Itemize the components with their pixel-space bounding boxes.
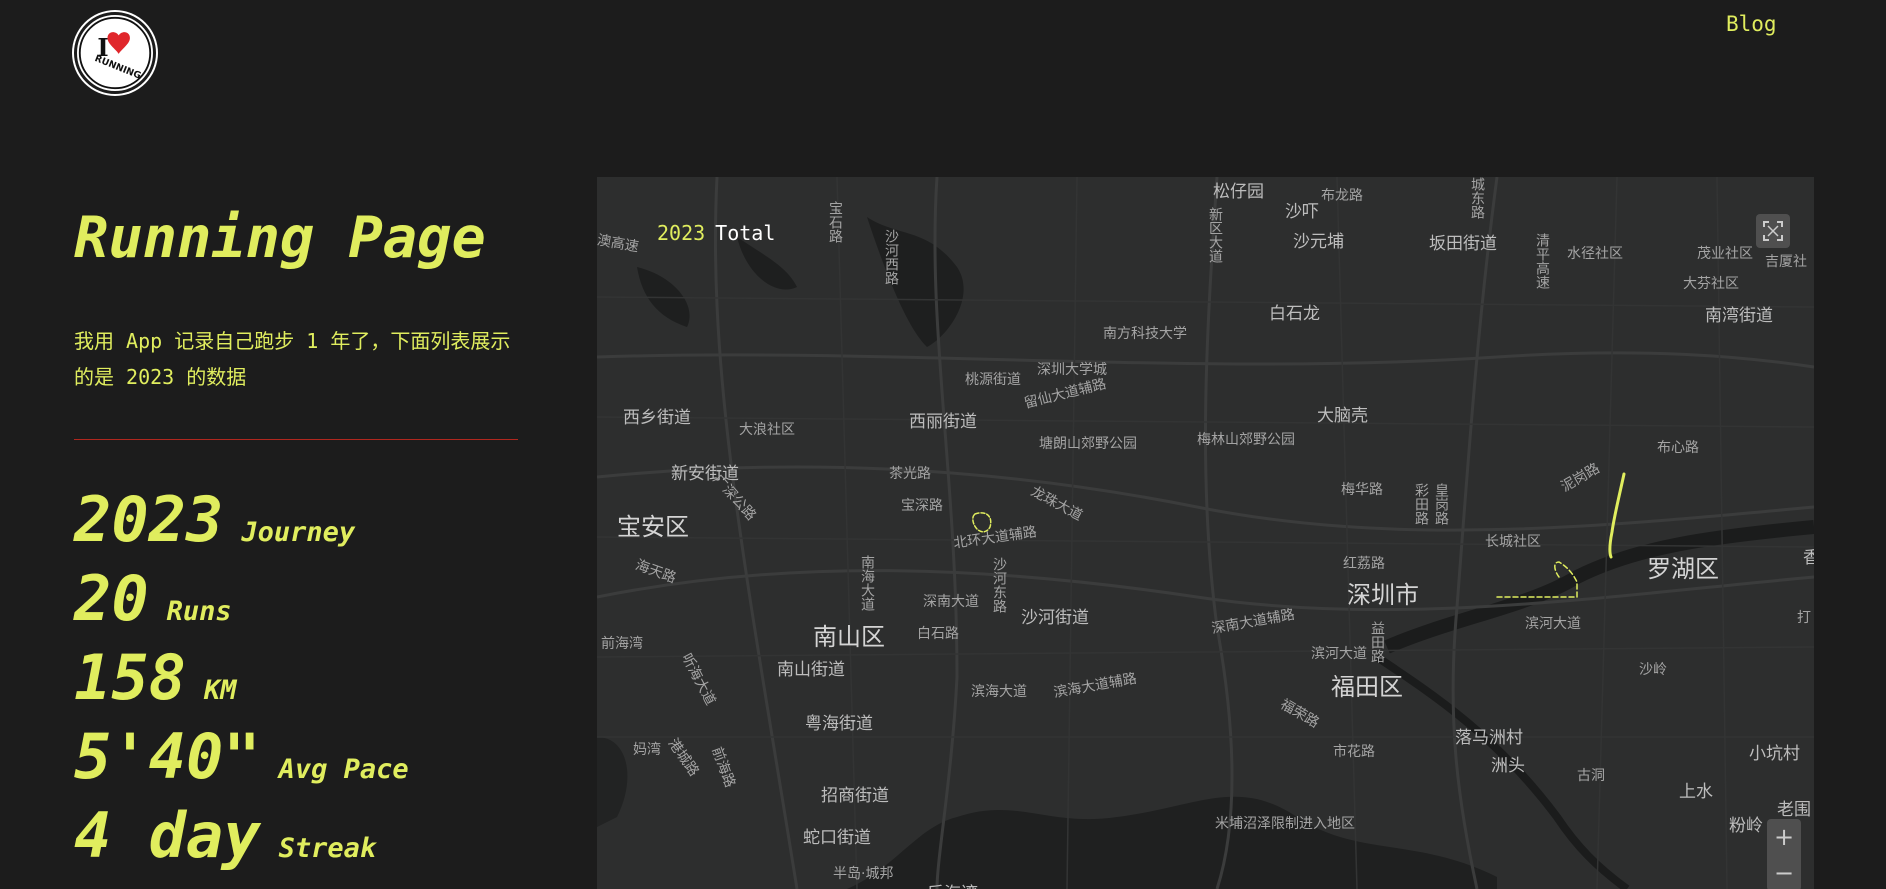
map-label: 罗湖区	[1647, 555, 1719, 583]
map-label: 粤海街道	[805, 714, 873, 734]
overlay-total: Total	[715, 221, 776, 245]
map-label: 滨河大道	[1311, 646, 1367, 662]
stat-value: 5'40"	[74, 720, 261, 793]
stat-value: 4 day	[74, 799, 261, 872]
zoom-controls[interactable]: + −	[1767, 819, 1801, 889]
stat-pace: 5'40" Avg Pace	[74, 717, 520, 796]
map-label: 坂田街道	[1429, 234, 1497, 254]
stat-journey: 2023 Journey	[74, 480, 520, 559]
map-label: 南山区	[813, 623, 885, 651]
map-label: 香	[1803, 548, 1814, 568]
page-title: Running Page	[74, 205, 486, 271]
map-label: 沙河东路	[991, 557, 1007, 613]
map-label: 沙河西路	[883, 229, 899, 285]
map-label: 沙河街道	[1021, 608, 1089, 628]
map-label: 沙元埔	[1293, 232, 1344, 252]
map-label: 城东路	[1469, 177, 1485, 219]
map-label: 长城社区	[1485, 534, 1541, 550]
map-label: 老围	[1777, 800, 1811, 820]
map-label: 前海湾	[601, 636, 643, 652]
stat-unit: Runs	[166, 596, 232, 627]
map-label: 宝石路	[827, 201, 843, 243]
nav-blog-link[interactable]: Blog	[1726, 12, 1777, 36]
stat-unit: KM	[203, 675, 237, 706]
map-label: 大芬社区	[1683, 276, 1739, 292]
zoom-in-icon[interactable]: +	[1767, 819, 1801, 855]
map-label: 滨河大道	[1525, 616, 1581, 632]
stat-distance: 158 KM	[74, 638, 520, 717]
map-base	[597, 177, 1814, 889]
map-label: 茂业社区	[1697, 246, 1753, 262]
map-label: 深圳市	[1347, 581, 1419, 609]
stat-unit: Streak	[278, 833, 377, 864]
map-label: 彩田路	[1413, 483, 1429, 525]
map-label: 梅林山郊野公园	[1197, 432, 1295, 448]
year-total-overlay: 2023 Total	[657, 221, 775, 245]
stat-streak: 4 day Streak	[74, 796, 520, 875]
map-label: 妈湾	[633, 742, 661, 758]
map-label: 福田区	[1331, 673, 1403, 701]
map-label: 小坑村	[1749, 744, 1800, 764]
map-label: 滨海大道	[971, 684, 1027, 700]
overlay-year: 2023	[657, 221, 706, 245]
page-description: 我用 App 记录自己跑步 1 年了，下面列表展示的是 2023 的数据	[74, 329, 511, 389]
map-label: 南山街道	[777, 660, 845, 680]
map-label: 茶光路	[889, 466, 931, 482]
map-label: 深南大道	[923, 594, 979, 610]
zoom-out-icon[interactable]: −	[1767, 855, 1801, 889]
map-label: 粉岭	[1729, 816, 1763, 836]
stat-value: 20	[74, 562, 149, 635]
map-label: 蛇口街道	[803, 828, 871, 848]
stat-value: 2023	[74, 483, 224, 556]
site-logo[interactable]: I RUNNING	[74, 12, 156, 94]
map-label: 布龙路	[1321, 188, 1363, 204]
map-label: 清平高速	[1534, 233, 1550, 289]
map-label: 落马洲村	[1455, 728, 1523, 748]
map-label: 桃源街道	[965, 372, 1021, 388]
map-label: 半岛·城邦	[833, 866, 894, 882]
map-label: 红荔路	[1343, 556, 1385, 572]
map-label: 宝深路	[901, 498, 943, 514]
map-label: 后海湾	[927, 879, 978, 889]
map-label: 吉厦社	[1765, 254, 1807, 270]
map-label: 新区大道	[1207, 207, 1223, 263]
map-label: 白石路	[917, 626, 959, 642]
intro-panel: Running Page 我用 App 记录自己跑步 1 年了，下面列表展示的是…	[74, 210, 520, 875]
map-label: 大脑壳	[1317, 406, 1368, 426]
map-label: 米埔沼泽限制进入地区	[1215, 816, 1355, 832]
stat-unit: Journey	[241, 517, 356, 548]
map-label: 大浪社区	[739, 422, 795, 438]
fullscreen-icon	[1763, 221, 1783, 241]
map-label: 皇岗路	[1433, 483, 1449, 525]
map-label: 招商街道	[821, 786, 889, 806]
map-label: 益田路	[1369, 621, 1385, 663]
map-label: 古洞	[1577, 768, 1605, 784]
map-label: 市花路	[1333, 744, 1375, 760]
map-label: 沙吓	[1285, 202, 1319, 222]
map-label: 西丽街道	[909, 412, 977, 432]
map-label: 梅华路	[1341, 482, 1383, 498]
map-label: 松仔园	[1213, 182, 1264, 202]
map-label: 上水	[1679, 782, 1713, 802]
fullscreen-button[interactable]	[1756, 214, 1790, 248]
map-label: 南方科技大学	[1103, 326, 1187, 342]
map-label: 布心路	[1657, 440, 1699, 456]
map-label: 白石龙	[1269, 304, 1320, 324]
run-map[interactable]: 2023 Total + − 松仔园 沙吓 布龙路 城东路 新区大道 沙元埔 坂田…	[597, 177, 1814, 889]
map-label: 沙岭	[1639, 662, 1667, 678]
stat-unit: Avg Pace	[278, 754, 409, 785]
map-label: 水径社区	[1567, 246, 1623, 262]
stats-list: 2023 Journey 20 Runs 158 KM 5'40" Avg Pa…	[74, 480, 520, 875]
stat-value: 158	[74, 641, 186, 714]
divider	[74, 439, 518, 440]
map-label: 塘朗山郊野公园	[1039, 436, 1137, 452]
map-label: 打	[1797, 610, 1811, 626]
map-label: 宝安区	[617, 513, 689, 541]
map-label: 洲头	[1491, 756, 1525, 776]
stat-runs: 20 Runs	[74, 559, 520, 638]
map-label: 西乡街道	[623, 408, 691, 428]
map-label: 南海大道	[859, 555, 875, 611]
map-label: 南湾街道	[1705, 306, 1773, 326]
